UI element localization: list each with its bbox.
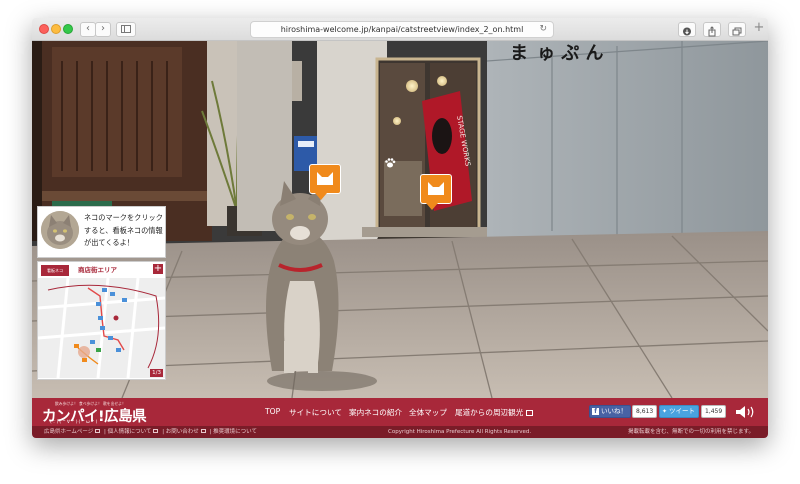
recommended-env-link[interactable]: 推奨環境について bbox=[213, 429, 257, 435]
close-window-button[interactable] bbox=[39, 24, 49, 34]
separator: | bbox=[162, 429, 165, 435]
speaker-icon[interactable] bbox=[735, 405, 757, 419]
info-text: ネコのマークをクリックすると、看板ネコの情報が出てくるよ！ bbox=[84, 213, 163, 247]
sub-footer-links: 広島県ホームページ | 個人情報について | お問い合わせ | 推奨環境について bbox=[44, 426, 257, 438]
minimap-header: 看板ネコ 商店街エリア + bbox=[38, 262, 165, 278]
address-bar[interactable]: hiroshima-welcome.jp/kanpai/catstreetvie… bbox=[250, 21, 554, 38]
minimize-window-button[interactable] bbox=[51, 24, 61, 34]
svg-text:ゅ ぷ ん: ゅ ぷ ん bbox=[537, 43, 604, 64]
area-minimap[interactable]: 看板ネコ 商店街エリア + 1/3 bbox=[37, 261, 166, 380]
cat-marker-2[interactable] bbox=[420, 174, 452, 210]
plus-icon: + bbox=[753, 20, 765, 35]
privacy-link[interactable]: 個人情報について bbox=[108, 429, 152, 435]
external-link-icon bbox=[526, 410, 534, 416]
cat-marker-1[interactable] bbox=[309, 164, 341, 200]
cat-face-icon bbox=[317, 172, 333, 185]
prefecture-homepage-link[interactable]: 広島県ホームページ bbox=[44, 429, 93, 435]
info-panel: ネコのマークをクリックすると、看板ネコの情報が出てくるよ！ bbox=[37, 206, 166, 258]
cat-face-icon bbox=[428, 182, 444, 195]
cat-avatar bbox=[41, 211, 79, 249]
nav-onomichi-label: 尾道からの周辺観光 bbox=[455, 408, 524, 417]
nav-full-map-link[interactable]: 全体マップ bbox=[409, 407, 447, 418]
brand-emoticons: (∵)(^∀^)(^ω^) bbox=[50, 420, 99, 425]
contact-link[interactable]: お問い合わせ bbox=[166, 429, 199, 435]
twitter-bird-icon: ✦ bbox=[662, 408, 668, 415]
facebook-icon: f bbox=[592, 408, 599, 415]
store-sign-text: ま bbox=[510, 43, 528, 64]
facebook-like-button[interactable]: f いいね！ bbox=[589, 405, 631, 418]
maximize-window-button[interactable] bbox=[63, 24, 73, 34]
site-footer: 飲み歩けよ！ 食べ歩けよ！ 歌を出せよ！ カンパイ!広島県 (∵)(^∀^)(^… bbox=[32, 398, 768, 426]
nav-top-link[interactable]: TOP bbox=[265, 407, 280, 416]
back-button[interactable]: ‹ bbox=[80, 22, 96, 37]
share-icon bbox=[708, 26, 716, 37]
new-tab-button[interactable]: + bbox=[752, 20, 766, 35]
sidebar-icon bbox=[121, 25, 131, 33]
tweet-button[interactable]: ✦ ツイート bbox=[659, 405, 700, 418]
tweet-label: ツイート bbox=[669, 407, 696, 415]
minimap-expand-button[interactable]: + bbox=[153, 264, 163, 274]
sub-footer: 広島県ホームページ | 個人情報について | お問い合わせ | 推奨環境について… bbox=[32, 426, 768, 438]
copyright-text: Copyright Hiroshima Prefecture All Right… bbox=[388, 429, 532, 435]
chevron-right-icon: › bbox=[101, 23, 105, 34]
right-wall bbox=[487, 41, 768, 241]
tabs-icon bbox=[732, 27, 742, 36]
nav-guide-cats-link[interactable]: 案内ネコの紹介 bbox=[349, 407, 402, 418]
facebook-like-label: いいね！ bbox=[601, 407, 627, 415]
share-button[interactable] bbox=[703, 22, 721, 37]
minimap-map[interactable] bbox=[38, 278, 165, 378]
downloads-button[interactable] bbox=[678, 22, 696, 37]
external-link-icon bbox=[200, 429, 206, 433]
nav-onomichi-link[interactable]: 尾道からの周辺観光 bbox=[455, 407, 534, 418]
facebook-like-count: 8,613 bbox=[632, 405, 658, 418]
minimap-title: 商店街エリア bbox=[78, 266, 117, 274]
separator: | bbox=[209, 429, 212, 435]
separator: | bbox=[103, 429, 106, 435]
external-link-icon bbox=[153, 429, 159, 433]
download-icon bbox=[683, 27, 691, 36]
paw-icon[interactable] bbox=[384, 157, 396, 169]
street-view-panorama[interactable]: STAGE WORKS ま ゅ ぷ ん ネコのマークをクリックすると、看板ネコの… bbox=[32, 41, 768, 398]
tweet-count: 1,459 bbox=[701, 405, 727, 418]
browser-toolbar: ‹ › hiroshima-welcome.jp/kanpai/catstree… bbox=[32, 18, 768, 41]
sidebar-toggle-button[interactable] bbox=[116, 22, 136, 37]
minimap-page-indicator: 1/3 bbox=[150, 369, 163, 377]
tabs-overview-button[interactable] bbox=[728, 22, 746, 37]
forward-button[interactable]: › bbox=[95, 22, 111, 37]
browser-window: ‹ › hiroshima-welcome.jp/kanpai/catstree… bbox=[32, 18, 768, 438]
reload-icon[interactable]: ↻ bbox=[539, 22, 547, 37]
chevron-left-icon: ‹ bbox=[86, 23, 90, 34]
nav-about-link[interactable]: サイトについて bbox=[289, 407, 342, 418]
minimap-logo: 看板ネコ bbox=[41, 265, 69, 276]
reproduction-notice: 掲載転載を含む、無断での一切の利用を禁じます。 bbox=[628, 429, 754, 435]
url-text: hiroshima-welcome.jp/kanpai/catstreetvie… bbox=[280, 25, 524, 34]
external-link-icon bbox=[95, 429, 101, 433]
